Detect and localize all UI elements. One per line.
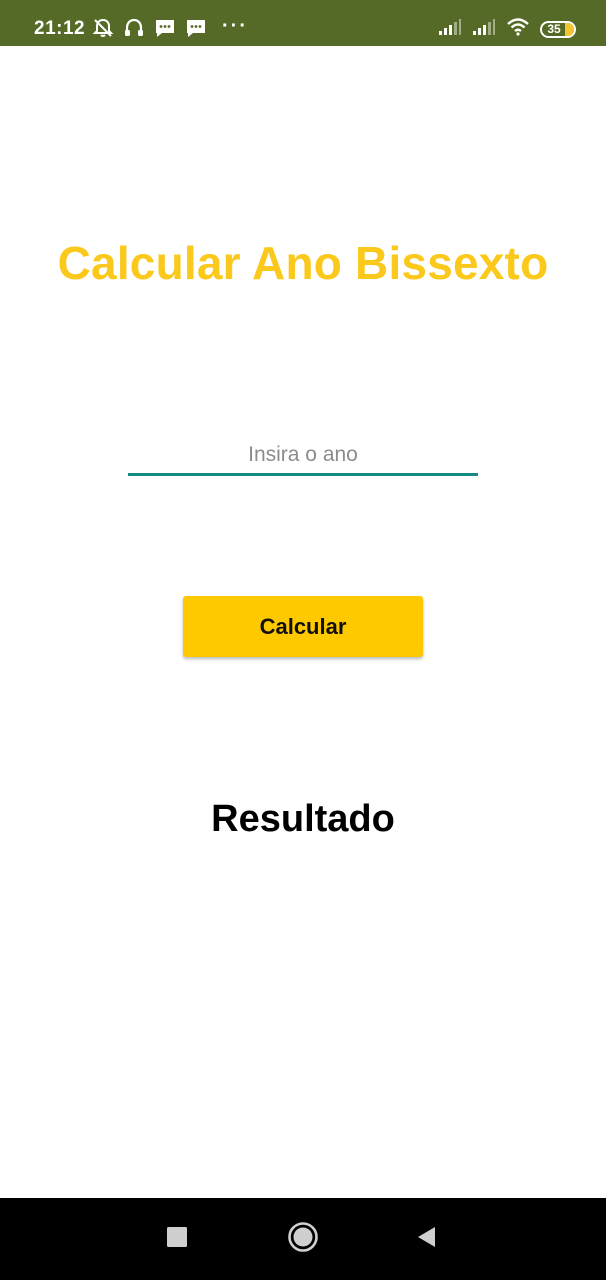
- recents-icon: [166, 1226, 188, 1253]
- back-icon: [415, 1225, 437, 1254]
- year-input[interactable]: [128, 436, 478, 476]
- battery-level: 35: [547, 21, 561, 36]
- result-label: Resultado: [211, 798, 395, 840]
- navigation-bar: [0, 1198, 606, 1280]
- alarm-off-icon: [92, 17, 114, 39]
- page-title: Calcular Ano Bissexto: [57, 237, 549, 289]
- wifi-icon: [506, 17, 530, 41]
- more-notifications-indicator: ···: [222, 15, 248, 37]
- status-notification-icons: [92, 17, 207, 39]
- recents-button[interactable]: [137, 1198, 217, 1280]
- calculate-button[interactable]: Calcular: [183, 596, 423, 657]
- battery-icon: 35: [540, 20, 576, 38]
- message-icon: [154, 17, 176, 39]
- status-time: 21:12: [34, 18, 86, 39]
- status-system-icons: 35: [438, 17, 576, 41]
- signal-icon: [472, 18, 496, 41]
- status-bar: 21:12 ··· 35: [0, 0, 606, 46]
- signal-icon: [438, 18, 462, 41]
- back-button[interactable]: [386, 1198, 466, 1280]
- home-icon: [287, 1221, 319, 1258]
- message-icon: [185, 17, 207, 39]
- headset-icon: [123, 17, 145, 39]
- home-button[interactable]: [263, 1198, 343, 1280]
